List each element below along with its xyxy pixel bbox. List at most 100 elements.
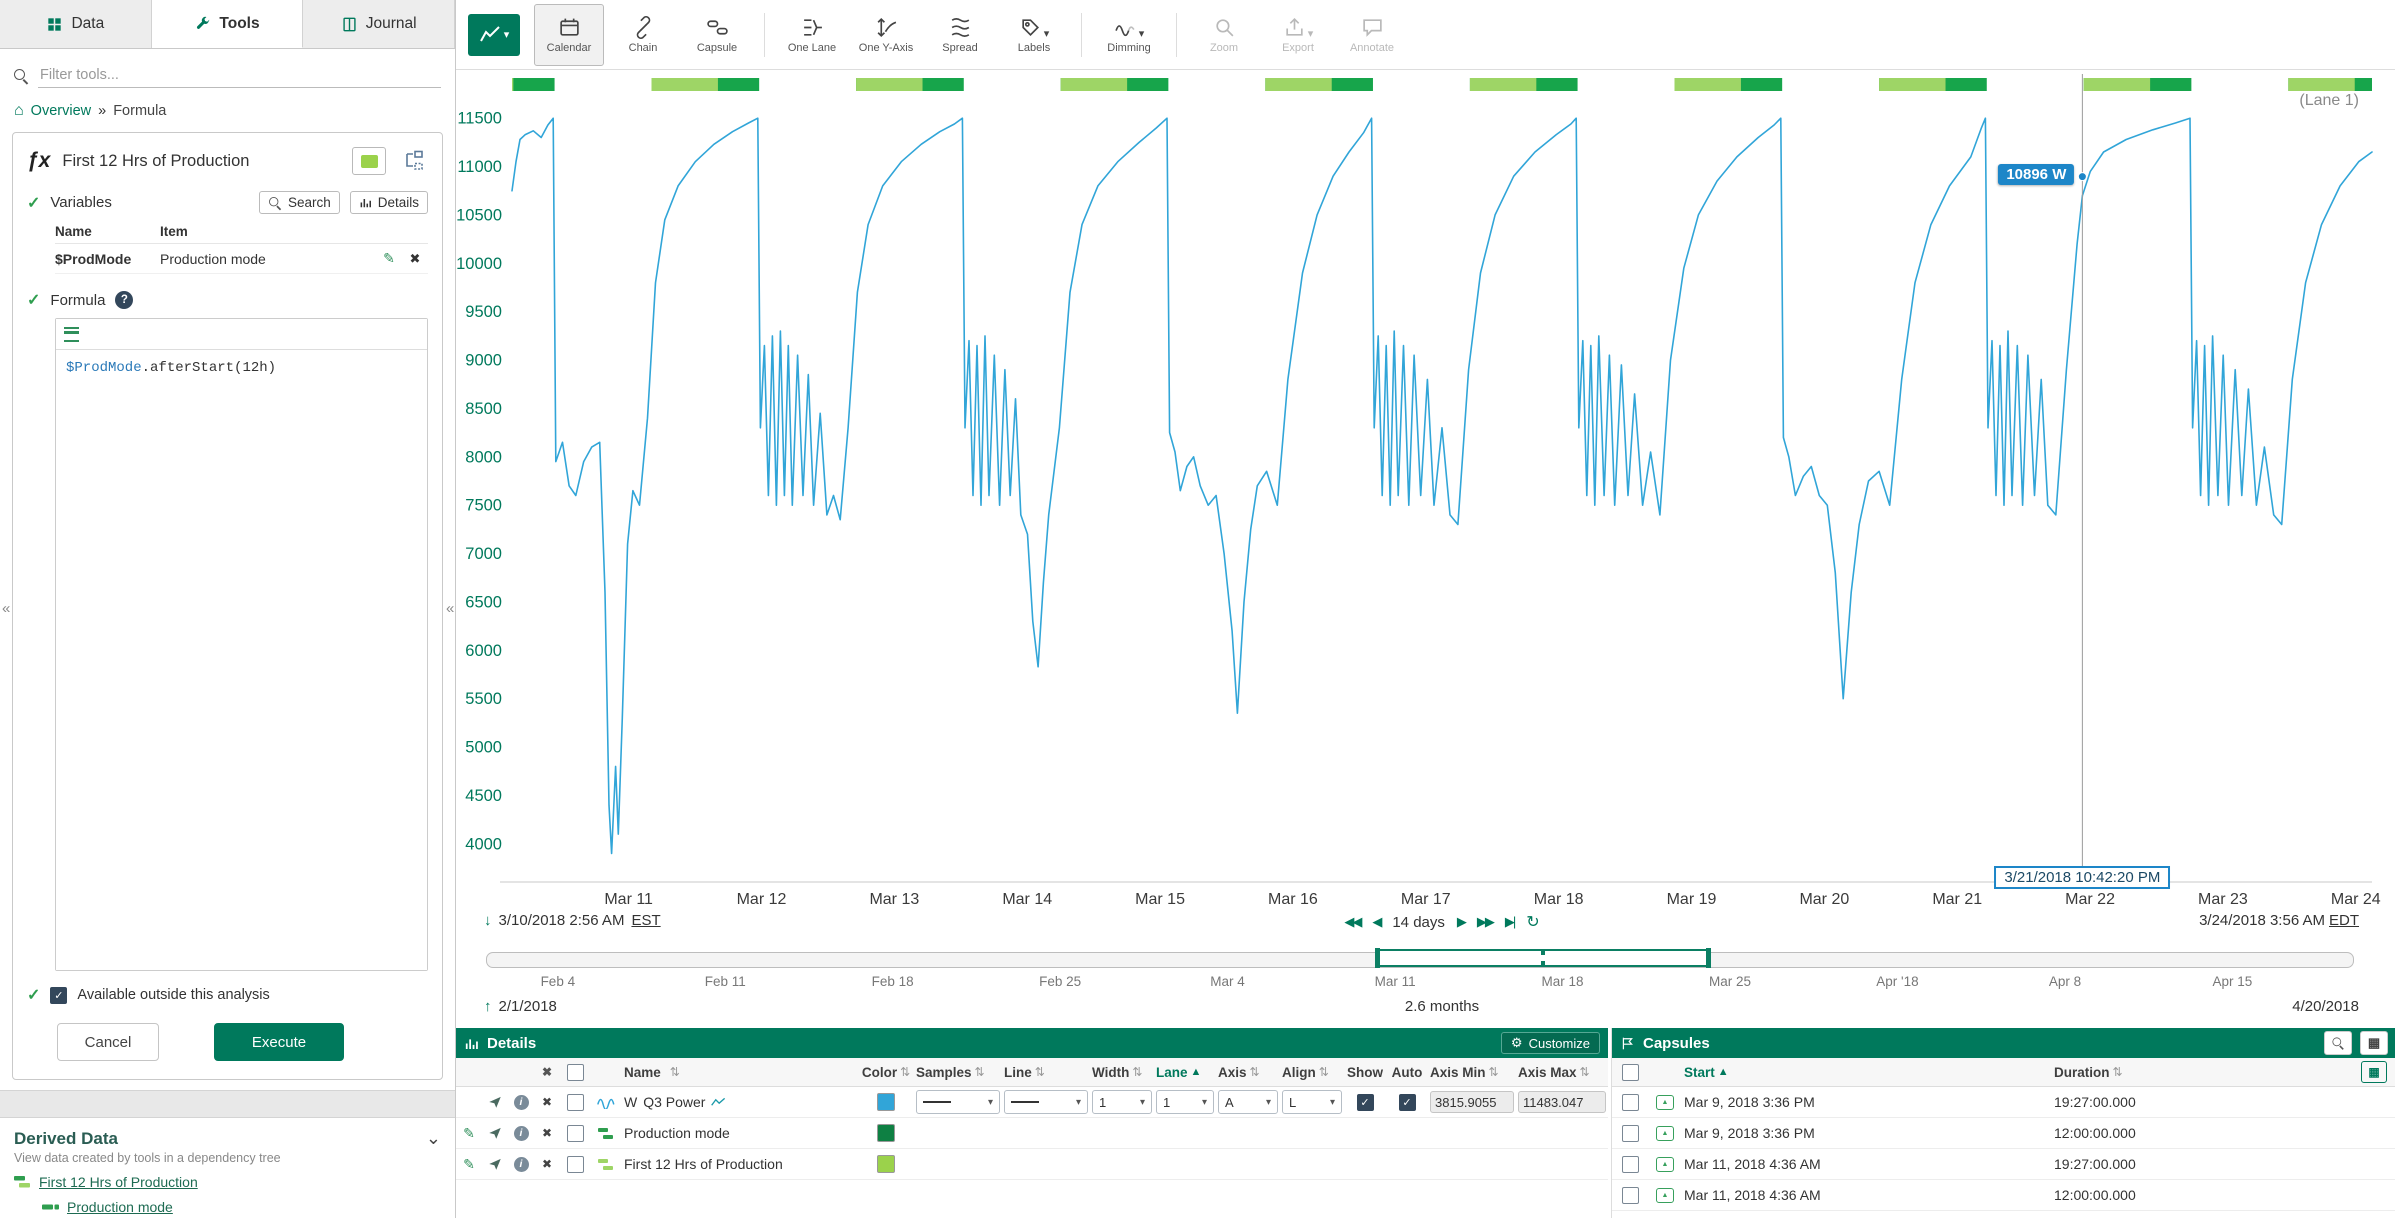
y-tick-label[interactable]: 5500: [465, 690, 502, 708]
range-duration-label[interactable]: 14 days: [1392, 914, 1445, 931]
search-variables-button[interactable]: Search: [259, 191, 340, 214]
available-outside-checkbox[interactable]: ✓: [50, 987, 67, 1004]
line-style-dropdown[interactable]: ▾: [1004, 1090, 1088, 1114]
collapse-sidebar-icon[interactable]: «: [446, 600, 454, 617]
capsules-zoom-button[interactable]: [2324, 1031, 2352, 1055]
color-swatch[interactable]: [877, 1155, 895, 1173]
toolbar-one-lane-button[interactable]: One Lane: [777, 4, 847, 66]
capsule-bar-light[interactable]: [1470, 78, 1536, 91]
lane-dropdown[interactable]: 1▾: [1156, 1090, 1214, 1114]
toolbar-calendar-button[interactable]: Calendar: [534, 4, 604, 66]
capsule-bar-light[interactable]: [1675, 78, 1741, 91]
x-tick-label[interactable]: Mar 11: [604, 891, 653, 908]
goto-item-icon[interactable]: [482, 1095, 508, 1109]
y-tick-label[interactable]: 8000: [465, 448, 502, 466]
tab-journal[interactable]: Journal: [303, 0, 455, 48]
capsules-grid-button[interactable]: ▦: [2360, 1031, 2388, 1055]
col-samples[interactable]: Samples: [916, 1065, 972, 1080]
show-checkbox[interactable]: ✓: [1357, 1094, 1374, 1111]
derived-item-link[interactable]: Production mode: [67, 1199, 173, 1215]
color-swatch[interactable]: [877, 1124, 895, 1142]
info-icon[interactable]: i: [514, 1157, 529, 1172]
y-tick-label[interactable]: 6000: [465, 642, 502, 660]
capsule-start[interactable]: Mar 9, 2018 3:36 PM: [1682, 1125, 2052, 1141]
capsule-bar-dark[interactable]: [512, 78, 555, 91]
y-tick-label[interactable]: 4500: [465, 787, 502, 805]
capsule-bar-light[interactable]: [1265, 78, 1331, 91]
y-tick-label[interactable]: 10000: [456, 255, 502, 273]
toolbar-labels-button[interactable]: ▾ Labels: [999, 4, 1069, 66]
y-tick-label[interactable]: 11000: [457, 158, 502, 176]
axis-max-input[interactable]: 11483.047: [1518, 1091, 1606, 1113]
y-tick-label[interactable]: 7500: [465, 497, 502, 515]
remove-all-column[interactable]: ✖: [534, 1065, 560, 1079]
cancel-button[interactable]: Cancel: [57, 1023, 159, 1061]
x-tick-label[interactable]: Mar 12: [737, 891, 787, 908]
refresh-icon[interactable]: ↻: [1526, 912, 1539, 932]
goto-item-icon[interactable]: [482, 1126, 508, 1140]
y-tick-label[interactable]: 5000: [465, 739, 502, 757]
tab-tools[interactable]: Tools: [152, 0, 304, 48]
dependency-tree-icon[interactable]: [398, 148, 428, 174]
chevron-down-icon[interactable]: ⌄: [426, 1128, 441, 1149]
select-all-checkbox[interactable]: [567, 1064, 584, 1081]
row-checkbox[interactable]: [567, 1156, 584, 1173]
timezone-link[interactable]: EDT: [2329, 912, 2359, 929]
step-forward-icon[interactable]: ▶: [1457, 914, 1465, 930]
x-tick-label[interactable]: Mar 18: [1534, 891, 1584, 908]
x-tick-label[interactable]: Mar 20: [1799, 891, 1849, 908]
x-tick-label[interactable]: Mar 15: [1135, 891, 1185, 908]
collapse-panel-icon[interactable]: «: [2, 600, 10, 617]
col-lane[interactable]: Lane: [1156, 1065, 1188, 1080]
col-start[interactable]: Start: [1684, 1065, 1715, 1080]
edit-tool-icon[interactable]: ✎: [456, 1156, 482, 1173]
align-dropdown[interactable]: L▾: [1282, 1090, 1342, 1114]
x-tick-label[interactable]: Mar 14: [1002, 891, 1052, 908]
x-tick-label[interactable]: Mar 19: [1667, 891, 1717, 908]
slider-center-handle[interactable]: [1541, 950, 1545, 955]
capsule-start[interactable]: Mar 11, 2018 4:36 AM: [1682, 1156, 2052, 1172]
edit-tool-icon[interactable]: ✎: [456, 1125, 482, 1142]
toolbar-spread-button[interactable]: Spread: [925, 4, 995, 66]
capsule-bar-light[interactable]: [1061, 78, 1127, 91]
remove-item-icon[interactable]: ✖: [534, 1126, 560, 1140]
capsule-bar-light[interactable]: [856, 78, 922, 91]
line-width-dropdown[interactable]: 1▾: [1092, 1090, 1152, 1114]
item-name[interactable]: Production mode: [624, 1125, 730, 1141]
item-name[interactable]: Q3 Power: [643, 1094, 705, 1110]
x-tick-label[interactable]: Mar 17: [1401, 891, 1451, 908]
details-variables-button[interactable]: Details: [350, 191, 428, 214]
capsule-checkbox[interactable]: [1622, 1094, 1639, 1111]
investigate-duration[interactable]: 2.6 months: [1405, 998, 1479, 1015]
remove-item-icon[interactable]: ✖: [534, 1095, 560, 1109]
col-show[interactable]: Show: [1347, 1065, 1383, 1080]
edit-variable-icon[interactable]: ✎: [376, 250, 402, 267]
x-tick-label[interactable]: Mar 16: [1268, 891, 1318, 908]
y-tick-label[interactable]: 7000: [465, 545, 502, 563]
statistics-icon[interactable]: [711, 1097, 726, 1108]
slider-center-handle[interactable]: [1541, 961, 1545, 966]
step-to-end-icon[interactable]: ▶|: [1505, 914, 1514, 930]
help-icon[interactable]: ?: [115, 291, 133, 309]
capsule-bar-light[interactable]: [652, 78, 718, 91]
color-swatch-button[interactable]: [352, 147, 386, 175]
toolbar-chain-button[interactable]: Chain: [608, 4, 678, 66]
formula-lines-icon[interactable]: [64, 327, 79, 342]
remove-item-icon[interactable]: ✖: [534, 1157, 560, 1171]
capsule-checkbox[interactable]: [1622, 1156, 1639, 1173]
capsule-bar-light[interactable]: [2084, 78, 2150, 91]
color-swatch[interactable]: [877, 1093, 895, 1111]
trend-chart[interactable]: 1150011000105001000095009000850080007500…: [456, 70, 2395, 910]
col-line[interactable]: Line: [1004, 1065, 1032, 1080]
capsule-columns-button[interactable]: ▦: [2361, 1061, 2387, 1083]
step-back-icon[interactable]: ◀: [1372, 914, 1380, 930]
col-axis-min[interactable]: Axis Min: [1430, 1065, 1486, 1080]
capsule-checkbox[interactable]: [1622, 1187, 1639, 1204]
breadcrumb-overview-link[interactable]: Overview: [31, 103, 91, 119]
tool-name-input[interactable]: First 12 Hrs of Production: [62, 152, 340, 171]
capsule-bar-light[interactable]: [512, 78, 513, 91]
col-duration[interactable]: Duration: [2054, 1065, 2110, 1080]
capsule-bar-light[interactable]: [2288, 78, 2354, 91]
col-align[interactable]: Align: [1282, 1065, 1316, 1080]
col-auto[interactable]: Auto: [1392, 1065, 1423, 1080]
